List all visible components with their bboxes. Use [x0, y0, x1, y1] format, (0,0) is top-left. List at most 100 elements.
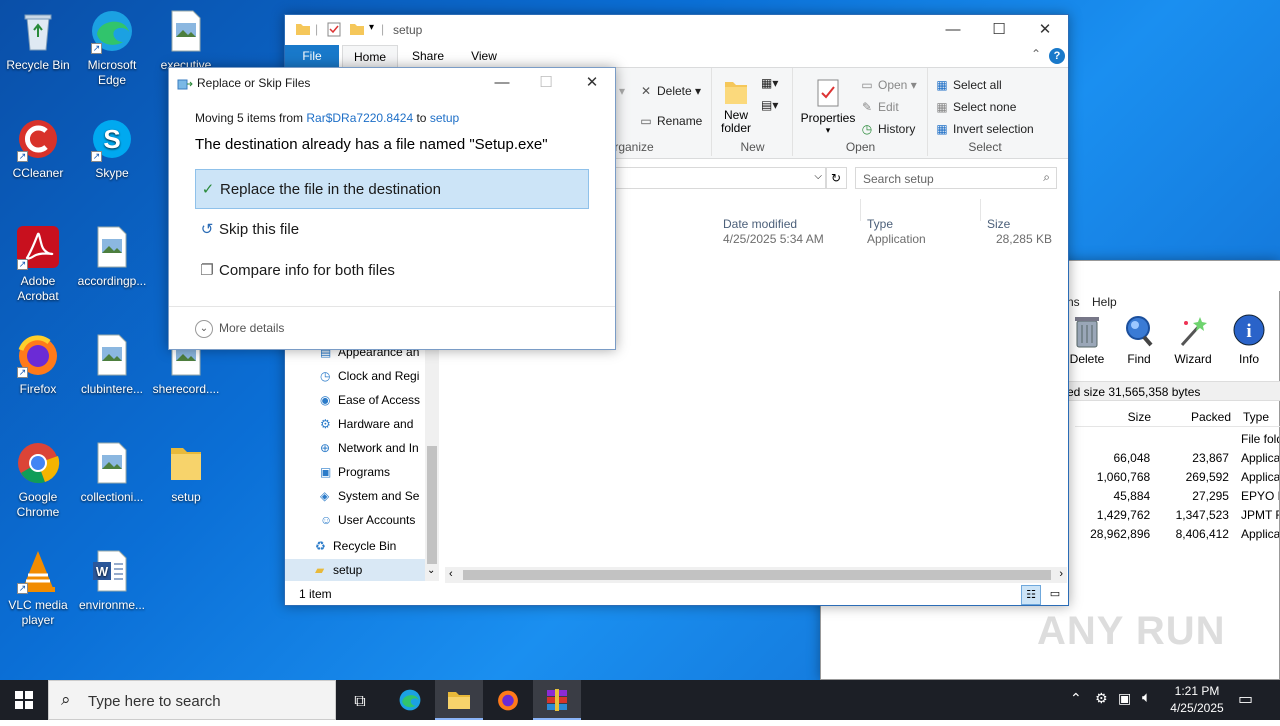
- scroll-left-icon[interactable]: ‹: [449, 568, 453, 580]
- notification-center-icon[interactable]: ▭: [1238, 689, 1253, 709]
- winrar-file-row[interactable]: 45,884 27,295 EPYO F: [1075, 486, 1279, 505]
- tab-view[interactable]: View: [461, 45, 507, 67]
- taskbar-edge-button[interactable]: [386, 680, 434, 720]
- winrar-file-row[interactable]: 1,429,762 1,347,523 JPMT F: [1075, 505, 1279, 524]
- show-hidden-icons-button[interactable]: ⌃: [1070, 690, 1082, 707]
- nav-item-setup[interactable]: ▰ setup: [285, 559, 427, 581]
- skip-option[interactable]: ↺ Skip this file: [195, 210, 589, 250]
- winrar-delete-button[interactable]: Delete: [1069, 313, 1105, 366]
- winrar-file-row[interactable]: File fold: [1075, 429, 1279, 448]
- winrar-file-row[interactable]: 66,048 23,867 Applica: [1075, 448, 1279, 467]
- nav-scrollbar[interactable]: ⌄: [425, 341, 439, 581]
- qat-dropdown-icon[interactable]: ▾: [369, 22, 374, 33]
- magnifier-icon: [1126, 316, 1153, 347]
- history-button[interactable]: ◷ History: [860, 122, 916, 136]
- desktop-icon-vlc[interactable]: ↗ VLC media player: [0, 548, 76, 628]
- desktop-icon-recycle-bin[interactable]: Recycle Bin: [0, 8, 76, 73]
- desktop-icon-skype[interactable]: S ↗ Skype: [74, 116, 150, 181]
- desktop-icon-adobe-acrobat[interactable]: ↗ Adobe Acrobat: [0, 224, 76, 304]
- taskbar-search-box[interactable]: ⌕ Type here to search: [48, 680, 336, 720]
- address-dropdown-icon[interactable]: ⌵: [814, 171, 822, 182]
- organize-dropdown-icon[interactable]: ▾: [619, 84, 625, 98]
- new-folder-qat-icon[interactable]: [349, 21, 365, 40]
- select-all-button[interactable]: ▦ Select all: [935, 78, 1001, 92]
- dialog-maximize-button[interactable]: ☐: [523, 68, 569, 98]
- nav-item-label: Hardware and: [338, 417, 414, 431]
- taskbar-clock[interactable]: 1:21 PM 4/25/2025: [1164, 683, 1230, 717]
- help-icon[interactable]: ?: [1049, 48, 1065, 64]
- desktop-icon-ccleaner[interactable]: ↗ CCleaner: [0, 116, 76, 181]
- scroll-down-icon[interactable]: ⌄: [427, 565, 435, 576]
- nav-item-hardware-and[interactable]: ⚙ Hardware and: [320, 413, 426, 435]
- desktop-icon-firefox[interactable]: ↗ Firefox: [0, 332, 76, 397]
- winrar-menu-help[interactable]: Help: [1092, 295, 1117, 309]
- desktop-icon-file[interactable]: clubintere...: [74, 332, 150, 397]
- task-view-button[interactable]: ⧉: [336, 680, 384, 720]
- start-button[interactable]: [0, 680, 48, 720]
- horizontal-scrollbar-thumb[interactable]: [463, 570, 1051, 580]
- dialog-minimize-button[interactable]: —: [479, 68, 525, 98]
- address-bar[interactable]: ⌵: [615, 167, 827, 189]
- close-button[interactable]: ✕: [1022, 15, 1068, 45]
- desktop-icon-microsoft-edge[interactable]: ↗ Microsoft Edge: [74, 8, 150, 88]
- select-none-button[interactable]: ▦ Select none: [935, 100, 1016, 114]
- taskbar-winrar-button[interactable]: [533, 680, 581, 720]
- source-link[interactable]: Rar$DRa7220.8424: [306, 111, 413, 125]
- open-button[interactable]: ▭ Open ▾: [860, 78, 916, 92]
- invert-selection-button[interactable]: ▦ Invert selection: [935, 122, 1033, 136]
- winrar-wizard-button[interactable]: Wizard: [1173, 313, 1213, 366]
- more-details-button[interactable]: ⌄ More details: [195, 320, 284, 338]
- nav-scrollbar-thumb[interactable]: [427, 446, 437, 564]
- desktop-icon-setup-folder[interactable]: setup: [148, 440, 224, 505]
- nav-item-user-accounts[interactable]: ☺ User Accounts: [320, 509, 426, 531]
- nav-item-system-and-se[interactable]: ◈ System and Se: [320, 485, 426, 507]
- taskbar-explorer-button[interactable]: [435, 680, 483, 720]
- edit-button[interactable]: ✎ Edit: [860, 100, 899, 114]
- new-folder-button[interactable]: New folder: [719, 76, 753, 135]
- dest-link[interactable]: setup: [430, 111, 459, 125]
- winrar-file-row[interactable]: 1,060,768 269,592 Applica: [1075, 467, 1279, 486]
- delete-button[interactable]: ✕ Delete ▾: [639, 84, 701, 98]
- nav-item-programs[interactable]: ▣ Programs: [320, 461, 426, 483]
- volume-icon[interactable]: 🔈︎: [1142, 689, 1151, 706]
- desktop-icon-file[interactable]: collectioni...: [74, 440, 150, 505]
- scroll-right-icon[interactable]: ›: [1059, 568, 1063, 580]
- refresh-button[interactable]: ↻: [825, 167, 847, 189]
- easy-access-button[interactable]: ▤▾: [761, 98, 778, 112]
- nav-item-clock-and-regi[interactable]: ◷ Clock and Regi: [320, 365, 426, 387]
- details-view-button[interactable]: ☷: [1021, 585, 1041, 605]
- network-icon[interactable]: ▣: [1118, 690, 1131, 707]
- large-icons-view-button[interactable]: ▭: [1045, 585, 1065, 605]
- taskbar-firefox-button[interactable]: [484, 680, 532, 720]
- winrar-col-size[interactable]: Size: [1128, 407, 1151, 427]
- desktop-icon-word-doc[interactable]: W environme...: [74, 548, 150, 613]
- desktop-icon-file[interactable]: executive: [148, 8, 224, 73]
- winrar-find-button[interactable]: Find: [1121, 313, 1157, 366]
- replace-option[interactable]: ✓ Replace the file in the destination: [195, 169, 589, 209]
- tab-home[interactable]: Home: [342, 45, 398, 68]
- task-manager-tray-icon[interactable]: ⚙: [1095, 690, 1108, 707]
- winrar-col-packed[interactable]: Packed: [1191, 407, 1231, 427]
- compare-option[interactable]: ❐ Compare info for both files: [195, 251, 589, 291]
- horizontal-scrollbar[interactable]: ‹ ›: [445, 567, 1067, 583]
- tab-share[interactable]: Share: [405, 45, 451, 67]
- rename-button[interactable]: ▭ Rename: [639, 114, 702, 128]
- desktop-icon-file[interactable]: accordingp...: [74, 224, 150, 289]
- dialog-titlebar: Replace or Skip Files — ☐ ✕: [169, 68, 615, 98]
- tab-file[interactable]: File: [285, 45, 339, 67]
- properties-button[interactable]: Properties ▾: [800, 78, 856, 136]
- search-box[interactable]: Search setup ⌕: [855, 167, 1057, 189]
- maximize-button[interactable]: ☐: [976, 15, 1022, 45]
- winrar-file-row[interactable]: 28,962,896 8,406,412 Applica: [1075, 524, 1279, 543]
- new-item-button[interactable]: ▦▾: [761, 76, 778, 90]
- collapse-ribbon-icon[interactable]: ⌃: [1031, 47, 1041, 61]
- minimize-button[interactable]: —: [930, 15, 976, 45]
- nav-item-network-and-in[interactable]: ⊕ Network and In: [320, 437, 426, 459]
- dialog-close-button[interactable]: ✕: [569, 68, 615, 98]
- nav-item-ease-of-access[interactable]: ◉ Ease of Access: [320, 389, 426, 411]
- winrar-info-button[interactable]: i Info: [1229, 313, 1269, 366]
- nav-item-recycle-bin[interactable]: ♻ Recycle Bin: [315, 535, 427, 557]
- properties-qat-icon[interactable]: [327, 22, 341, 40]
- winrar-col-type[interactable]: Type: [1243, 407, 1269, 427]
- desktop-icon-google-chrome[interactable]: Google Chrome: [0, 440, 76, 520]
